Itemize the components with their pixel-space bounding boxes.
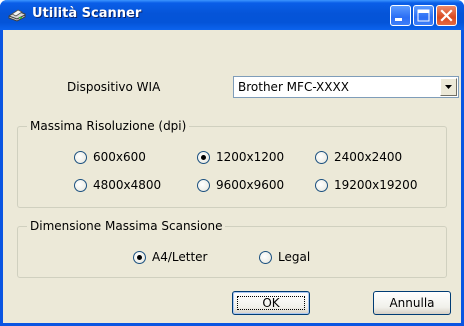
radio-label: 19200x19200 bbox=[334, 178, 418, 192]
window-title: Utilità Scanner bbox=[32, 6, 142, 21]
radio-circle bbox=[197, 179, 210, 192]
radio-circle bbox=[259, 251, 272, 264]
dropdown-arrow-button[interactable] bbox=[440, 78, 457, 96]
radio-label: 1200x1200 bbox=[216, 150, 285, 164]
device-select-value: Brother MFC-XXXX bbox=[238, 80, 349, 94]
radio-circle bbox=[74, 151, 87, 164]
radio-circle bbox=[74, 179, 87, 192]
scan-size-group-title: Dimensione Massima Scansione bbox=[27, 219, 226, 233]
radio-circle bbox=[133, 251, 146, 264]
minimize-button[interactable] bbox=[390, 5, 411, 26]
resolution-group-title: Massima Risoluzione (dpi) bbox=[27, 119, 190, 133]
device-label: Dispositivo WIA bbox=[67, 80, 161, 94]
title-bar[interactable]: Utilità Scanner bbox=[0, 0, 464, 30]
radio-label: A4/Letter bbox=[152, 250, 208, 264]
radio-1200x1200[interactable]: 1200x1200 bbox=[197, 150, 297, 166]
chevron-down-icon bbox=[445, 85, 452, 89]
device-select[interactable]: Brother MFC-XXXX bbox=[233, 76, 459, 98]
radio-selected-dot bbox=[201, 155, 206, 160]
radio-9600x9600[interactable]: 9600x9600 bbox=[197, 178, 297, 194]
scanner-icon bbox=[8, 9, 26, 22]
ok-button[interactable]: OK bbox=[232, 291, 310, 315]
radio-label: 600x600 bbox=[93, 150, 146, 164]
radio-selected-dot bbox=[137, 255, 142, 260]
resolution-group bbox=[17, 126, 447, 208]
radio-label: Legal bbox=[278, 250, 311, 264]
minimize-icon bbox=[395, 18, 402, 21]
radio-4800x4800[interactable]: 4800x4800 bbox=[74, 178, 174, 194]
radio-2400x2400[interactable]: 2400x2400 bbox=[315, 150, 415, 166]
radio-label: 9600x9600 bbox=[216, 178, 285, 192]
radio-circle bbox=[315, 179, 328, 192]
dialog-window: Utilità Scanner Dispositivo WIA Brother … bbox=[0, 0, 464, 326]
scan-size-group bbox=[17, 226, 447, 278]
cancel-button-label: Annulla bbox=[389, 296, 435, 310]
radio-label: 2400x2400 bbox=[334, 150, 403, 164]
radio-a4-letter[interactable]: A4/Letter bbox=[133, 250, 223, 266]
close-icon bbox=[440, 9, 453, 22]
radio-circle bbox=[197, 151, 210, 164]
close-button[interactable] bbox=[436, 5, 457, 26]
radio-19200x19200[interactable]: 19200x19200 bbox=[315, 178, 425, 194]
maximize-button[interactable] bbox=[413, 5, 434, 26]
focus-rect bbox=[237, 296, 305, 310]
radio-circle bbox=[315, 151, 328, 164]
cancel-button[interactable]: Annulla bbox=[373, 291, 451, 315]
radio-600x600[interactable]: 600x600 bbox=[74, 150, 164, 166]
maximize-icon bbox=[417, 9, 430, 22]
radio-legal[interactable]: Legal bbox=[259, 250, 329, 266]
radio-label: 4800x4800 bbox=[93, 178, 162, 192]
